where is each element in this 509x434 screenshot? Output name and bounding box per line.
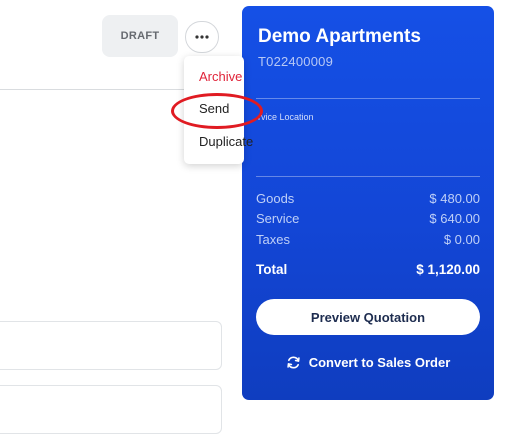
total-value: $ 1,120.00 xyxy=(416,262,480,277)
taxes-value: $ 0.00 xyxy=(443,232,480,247)
status-badge: DRAFT xyxy=(102,15,178,57)
goods-row: Goods $ 480.00 xyxy=(256,191,480,206)
menu-item-duplicate[interactable]: Duplicate xyxy=(199,134,253,149)
taxes-row: Taxes $ 0.00 xyxy=(256,232,480,247)
more-options-button[interactable] xyxy=(185,21,219,53)
card-divider xyxy=(256,176,480,177)
service-location-label: rvice Location xyxy=(258,112,314,122)
total-row: Total $ 1,120.00 xyxy=(256,262,480,277)
goods-value: $ 480.00 xyxy=(429,191,480,206)
quotation-number: T022400009 xyxy=(258,54,334,69)
preview-quotation-button[interactable]: Preview Quotation xyxy=(256,299,480,335)
menu-item-send[interactable]: Send xyxy=(199,101,229,116)
section-divider xyxy=(0,89,184,90)
quotation-summary-card: Demo Apartments T022400009 rvice Locatio… xyxy=(242,6,494,400)
menu-item-archive[interactable]: Archive xyxy=(199,69,242,84)
taxes-label: Taxes xyxy=(256,232,290,247)
convert-label: Convert to Sales Order xyxy=(308,354,451,370)
card-divider xyxy=(256,98,480,99)
customer-name: Demo Apartments xyxy=(258,26,421,47)
service-row: Service $ 640.00 xyxy=(256,211,480,226)
ellipsis-icon xyxy=(195,35,209,39)
more-options-menu: Archive Send Duplicate xyxy=(184,56,253,164)
total-label: Total xyxy=(256,262,288,277)
goods-label: Goods xyxy=(256,191,295,206)
service-label: Service xyxy=(256,211,300,226)
service-value: $ 640.00 xyxy=(429,211,480,226)
refresh-icon xyxy=(287,356,300,368)
convert-to-sales-order-button[interactable]: Convert to Sales Order xyxy=(256,352,480,372)
form-field[interactable] xyxy=(0,321,222,370)
